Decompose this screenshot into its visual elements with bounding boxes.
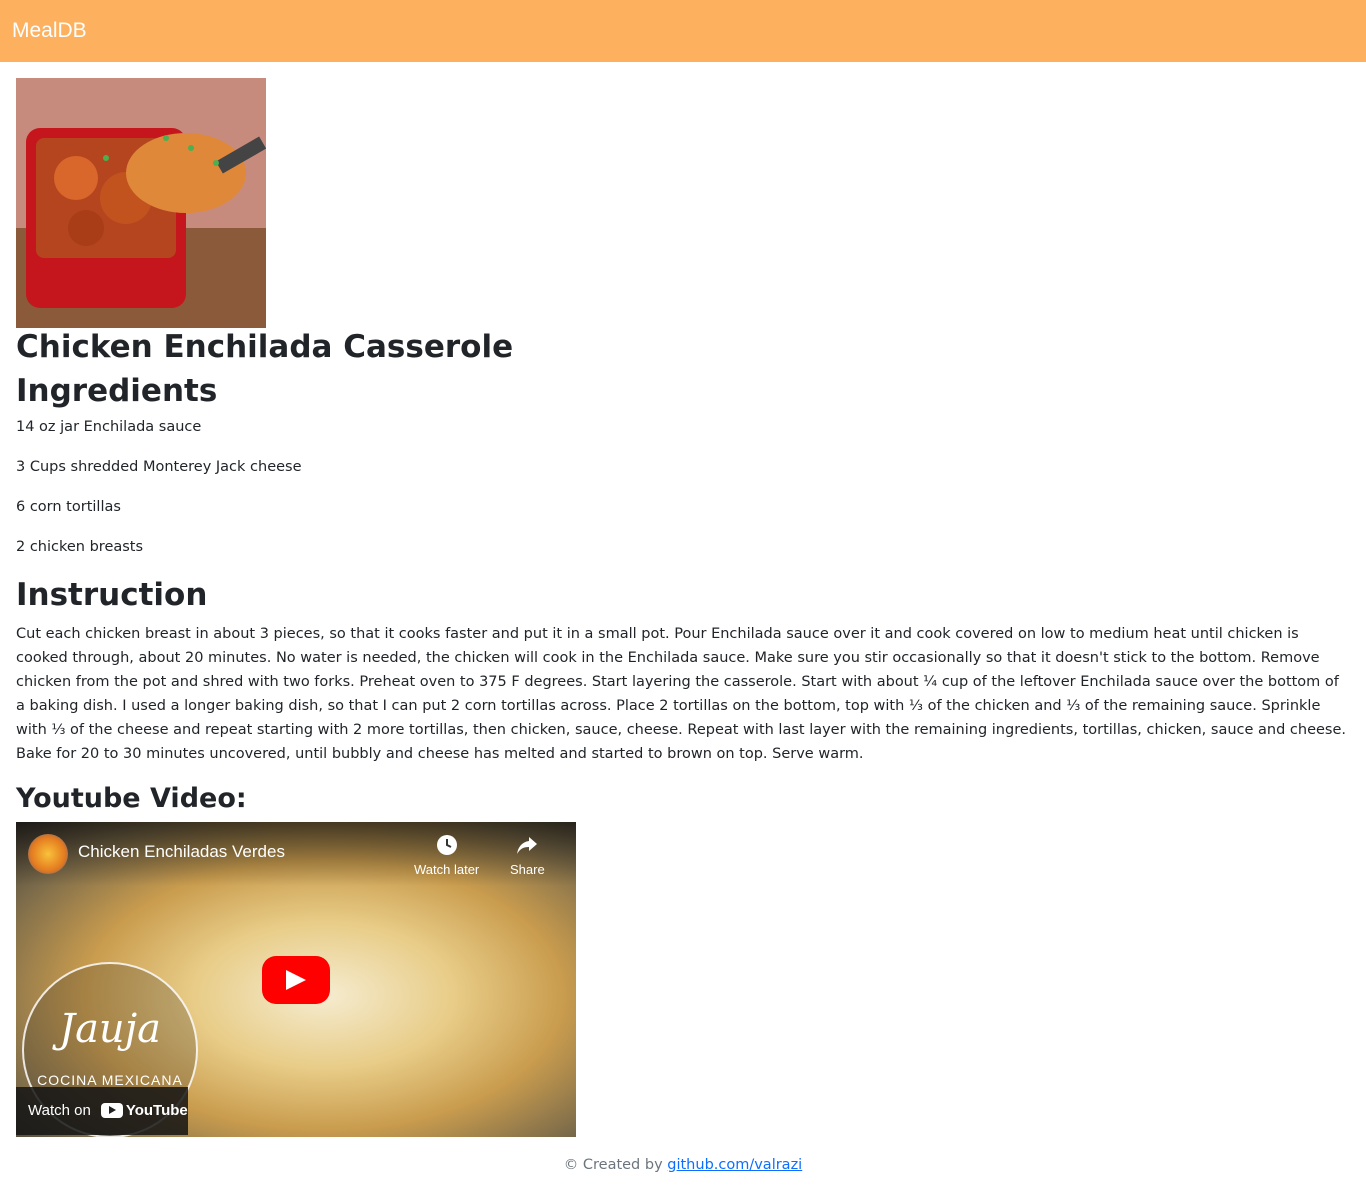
- ingredients-list: 14 oz jar Enchilada sauce 3 Cups shredde…: [16, 418, 1350, 556]
- footer: © Created by github.com/valrazi: [16, 1157, 1350, 1173]
- clock-icon: [436, 834, 458, 856]
- navbar: MealDB: [0, 0, 1366, 62]
- watch-on-label: Watch on: [28, 1102, 91, 1120]
- github-link[interactable]: github.com/valrazi: [667, 1157, 802, 1173]
- watermark-script: Jauja: [59, 1005, 161, 1052]
- share-icon: [516, 834, 538, 856]
- ingredients-heading: Ingredients: [16, 372, 218, 409]
- watermark-subtitle: COCINA MEXICANA: [37, 1071, 183, 1088]
- meal-title: Chicken Enchilada Casserole: [16, 329, 514, 365]
- ingredient-item: 14 oz jar Enchilada sauce: [16, 418, 202, 435]
- channel-avatar[interactable]: [28, 833, 68, 874]
- footer-text: © Created by: [563, 1156, 668, 1173]
- video-title[interactable]: Chicken Enchiladas Verdes: [78, 842, 285, 862]
- watch-on-youtube-button[interactable]: Watch on YouTube: [16, 1086, 188, 1135]
- instructions-text: Cut each chicken breast in about 3 piece…: [16, 625, 1346, 762]
- watch-later-button[interactable]: Watch later: [414, 834, 479, 877]
- play-icon: [286, 969, 306, 990]
- youtube-wordmark: YouTube: [125, 1102, 188, 1120]
- meal-image: [16, 78, 266, 328]
- meal-detail: Chicken Enchilada Casserole Ingredients …: [0, 62, 1366, 1173]
- ingredient-item: 2 chicken breasts: [16, 538, 144, 555]
- youtube-icon: [100, 1103, 123, 1119]
- youtube-embed[interactable]: Chicken Enchiladas Verdes Watch later Sh…: [16, 821, 576, 1137]
- share-button[interactable]: Share: [510, 834, 545, 877]
- share-label: Share: [510, 861, 545, 877]
- instruction-heading: Instruction: [16, 576, 208, 613]
- youtube-logo: YouTube: [100, 1102, 188, 1120]
- ingredient-item: 3 Cups shredded Monterey Jack cheese: [16, 458, 302, 475]
- play-button[interactable]: [262, 955, 330, 1004]
- watch-later-label: Watch later: [414, 861, 480, 877]
- ingredient-item: 6 corn tortillas: [16, 498, 121, 515]
- video-heading: Youtube Video:: [16, 782, 247, 814]
- brand-link[interactable]: MealDB: [12, 19, 87, 43]
